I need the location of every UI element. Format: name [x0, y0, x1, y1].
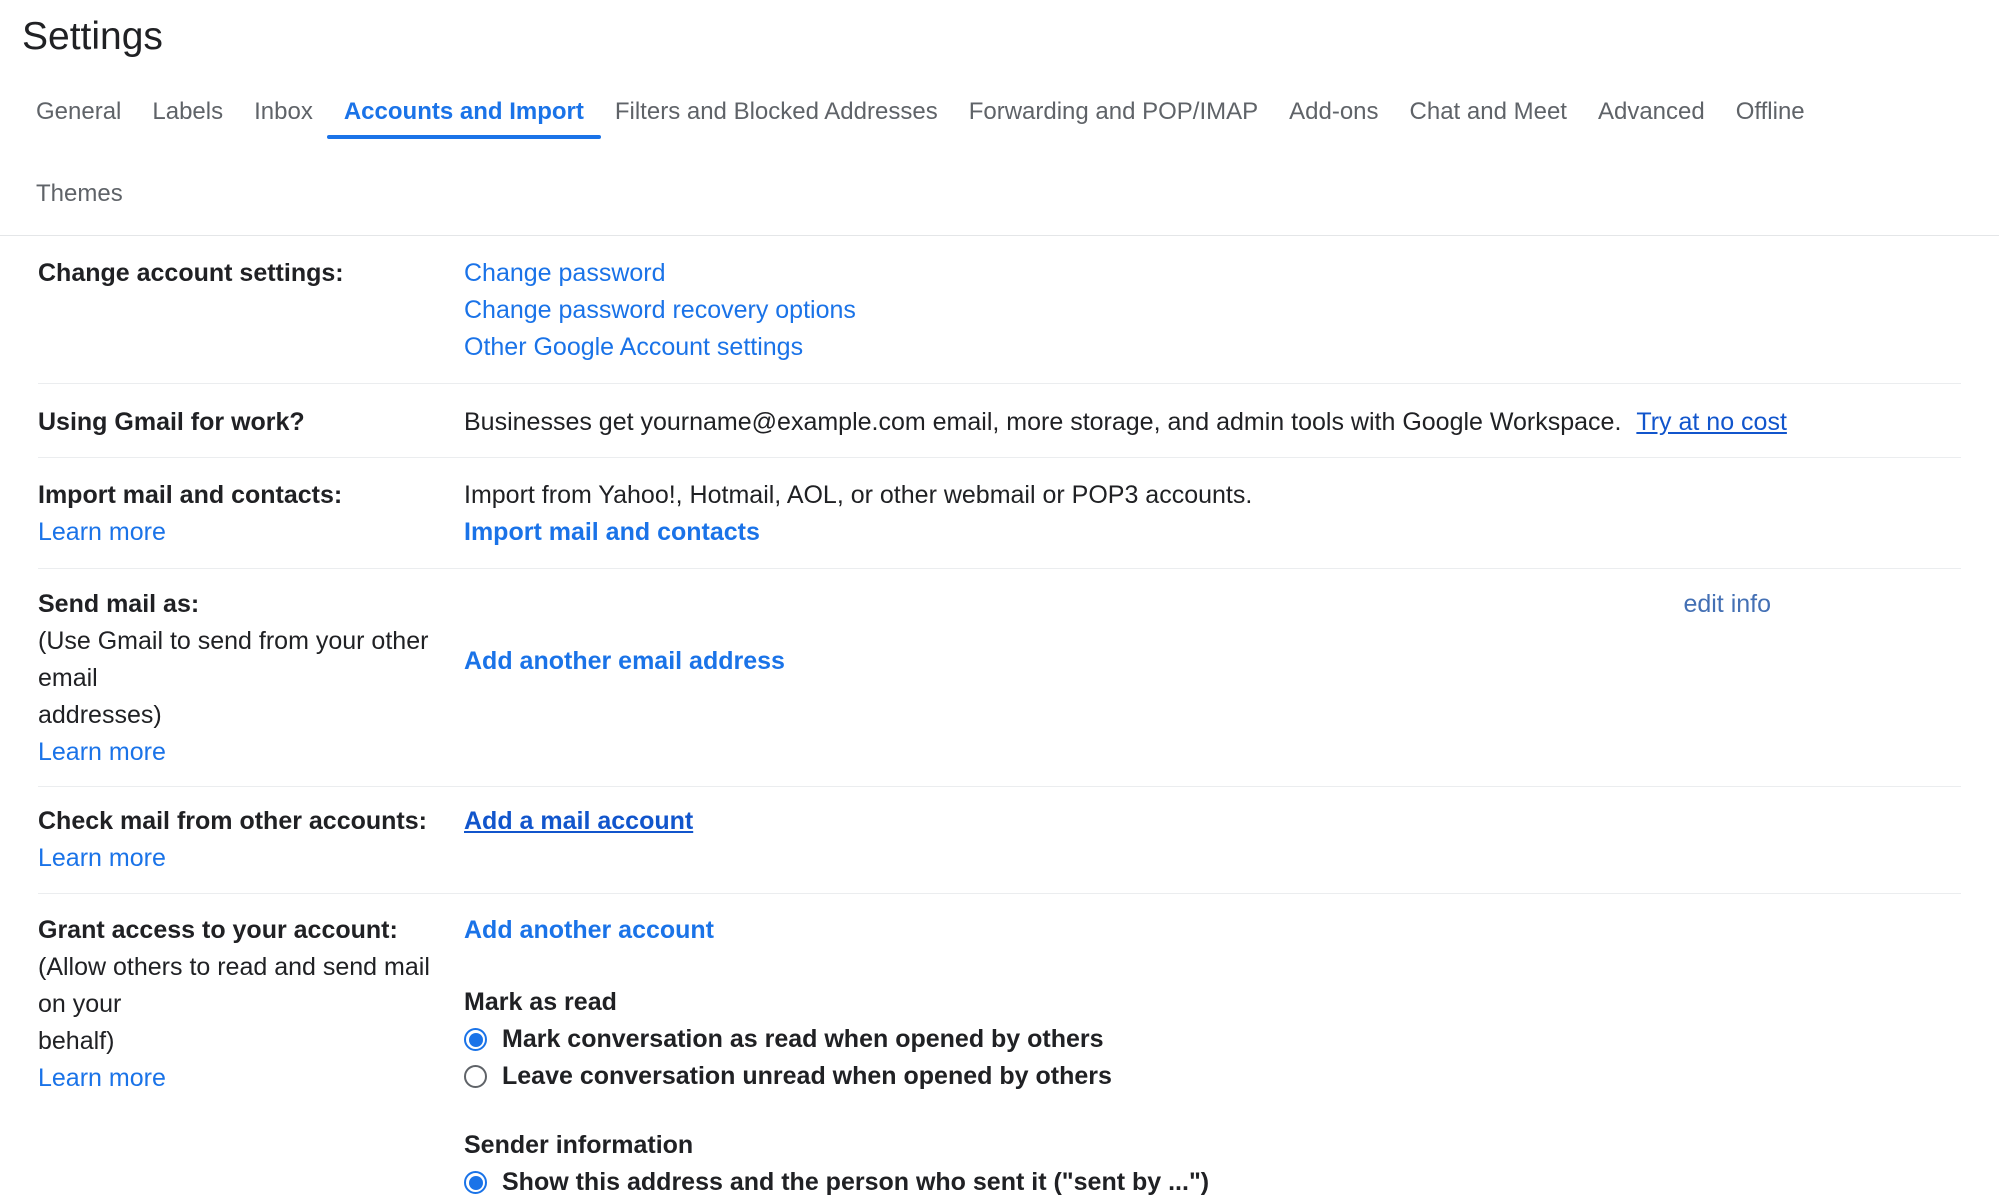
tab-accounts-and-import[interactable]: Accounts and Import	[344, 90, 584, 144]
import-mail-and-contacts-label: Import mail and contacts:	[38, 477, 448, 514]
radio-label-mark-read: Mark conversation as read when opened by…	[502, 1021, 1104, 1058]
grant-access-label: Grant access to your account:	[38, 912, 448, 949]
radio-option-show-address[interactable]: Show this address and the person who sen…	[464, 1164, 1961, 1201]
add-another-account-link[interactable]: Add another account	[464, 912, 1961, 949]
row-using-gmail-for-work: Using Gmail for work? Businesses get you…	[38, 384, 1961, 458]
radio-button-mark-read[interactable]	[464, 1028, 487, 1051]
tab-offline[interactable]: Offline	[1736, 90, 1805, 144]
sender-information-group: Sender information Show this address and…	[464, 1127, 1961, 1201]
row-label-cell: Send mail as: (Use Gmail to send from yo…	[38, 586, 464, 771]
row-label-cell: Check mail from other accounts: Learn mo…	[38, 803, 464, 877]
tab-forwarding-and-pop-imap[interactable]: Forwarding and POP/IMAP	[969, 90, 1258, 144]
add-a-mail-account-link[interactable]: Add a mail account	[464, 807, 693, 835]
row-send-mail-as: Send mail as: (Use Gmail to send from yo…	[38, 569, 1961, 787]
tab-add-ons[interactable]: Add-ons	[1289, 90, 1378, 144]
radio-label-show-address: Show this address and the person who sen…	[502, 1164, 1209, 1201]
row-label-cell: Using Gmail for work?	[38, 404, 464, 441]
tab-labels[interactable]: Labels	[152, 90, 223, 144]
row-check-mail-from-other-accounts: Check mail from other accounts: Learn mo…	[38, 787, 1961, 894]
grant-access-note-line2: behalf)	[38, 1023, 448, 1060]
tab-filters-and-blocked-addresses[interactable]: Filters and Blocked Addresses	[615, 90, 938, 144]
row-change-account-settings: Change account settings: Change password…	[38, 236, 1961, 384]
other-google-account-settings-link[interactable]: Other Google Account settings	[464, 329, 1961, 366]
row-content-cell: Import from Yahoo!, Hotmail, AOL, or oth…	[464, 477, 1961, 551]
grant-access-learn-more-link[interactable]: Learn more	[38, 1060, 448, 1097]
radio-option-leave-unread[interactable]: Leave conversation unread when opened by…	[464, 1058, 1961, 1095]
settings-table: Change account settings: Change password…	[38, 236, 1961, 1201]
change-account-settings-label: Change account settings:	[38, 259, 344, 287]
tab-inbox[interactable]: Inbox	[254, 90, 313, 144]
row-grant-access: Grant access to your account: (Allow oth…	[38, 894, 1961, 1201]
row-import-mail-and-contacts: Import mail and contacts: Learn more Imp…	[38, 458, 1961, 569]
send-mail-as-label: Send mail as:	[38, 586, 448, 623]
import-mail-and-contacts-link[interactable]: Import mail and contacts	[464, 514, 1961, 551]
settings-tabs: General Labels Inbox Accounts and Import…	[36, 90, 1963, 226]
row-label-cell: Import mail and contacts: Learn more	[38, 477, 464, 551]
grant-access-note-line1: (Allow others to read and send mail on y…	[38, 949, 448, 1023]
workspace-promo-text: Businesses get yourname@example.com emai…	[464, 408, 1621, 436]
mark-as-read-heading: Mark as read	[464, 984, 1961, 1021]
radio-button-show-address[interactable]	[464, 1171, 487, 1194]
row-content-cell: Change password Change password recovery…	[464, 255, 1961, 366]
check-mail-label: Check mail from other accounts:	[38, 803, 448, 840]
import-learn-more-link[interactable]: Learn more	[38, 514, 448, 551]
add-another-email-address-link[interactable]: Add another email address	[464, 643, 785, 680]
row-label-cell: Change account settings:	[38, 255, 464, 366]
tab-themes[interactable]: Themes	[36, 172, 123, 226]
change-password-link[interactable]: Change password	[464, 255, 1961, 292]
change-password-recovery-options-link[interactable]: Change password recovery options	[464, 292, 1961, 329]
mark-as-read-group: Mark as read Mark conversation as read w…	[464, 984, 1961, 1095]
edit-info-link[interactable]: edit info	[1683, 586, 1771, 623]
tab-chat-and-meet[interactable]: Chat and Meet	[1410, 90, 1567, 144]
try-at-no-cost-link[interactable]: Try at no cost	[1636, 408, 1787, 436]
page-title: Settings	[22, 14, 1999, 60]
using-gmail-for-work-label: Using Gmail for work?	[38, 408, 305, 436]
radio-button-leave-unread[interactable]	[464, 1065, 487, 1088]
row-content-cell: Businesses get yourname@example.com emai…	[464, 404, 1961, 441]
sender-information-heading: Sender information	[464, 1127, 1961, 1164]
import-description-text: Import from Yahoo!, Hotmail, AOL, or oth…	[464, 477, 1961, 514]
send-mail-as-note-line2: addresses)	[38, 697, 448, 734]
tab-advanced[interactable]: Advanced	[1598, 90, 1705, 144]
radio-option-mark-read[interactable]: Mark conversation as read when opened by…	[464, 1021, 1961, 1058]
send-mail-as-learn-more-link[interactable]: Learn more	[38, 734, 448, 771]
radio-label-leave-unread: Leave conversation unread when opened by…	[502, 1058, 1112, 1095]
check-mail-learn-more-link[interactable]: Learn more	[38, 840, 448, 877]
row-content-cell: Add a mail account	[464, 803, 1961, 877]
tab-general[interactable]: General	[36, 90, 121, 144]
send-mail-as-note-line1: (Use Gmail to send from your other email	[38, 623, 448, 697]
